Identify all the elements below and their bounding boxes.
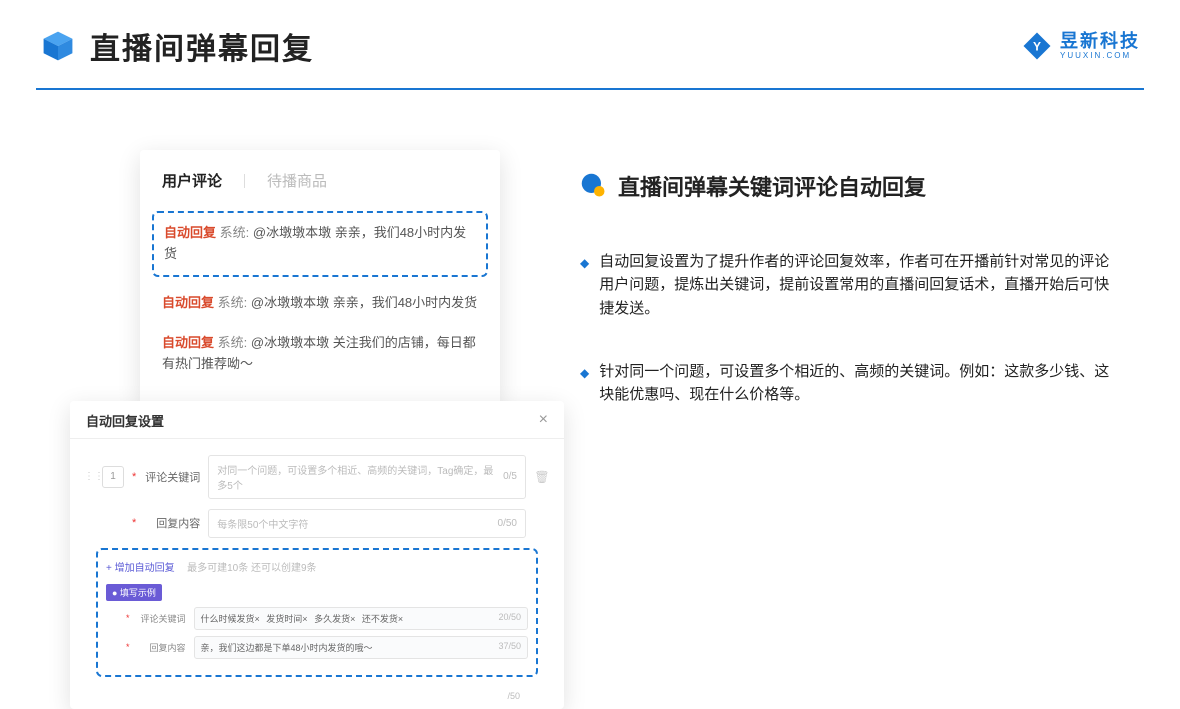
comment-tabs: 用户评论 待播商品: [140, 170, 500, 205]
auto-reply-settings-card: 自动回复设置 × ⋮⋮ 1 * 评论关键词 对同一个问题，可设置多个相近、高频的…: [70, 401, 564, 709]
cube-icon: [40, 28, 76, 64]
keyword-tag: 还不发货×: [362, 612, 403, 625]
example-keyword-row: * 评论关键词 什么时候发货× 发货时间× 多久发货× 还不发货× 20/50: [106, 607, 528, 630]
keyword-tag: 什么时候发货×: [201, 612, 260, 625]
comment-card: 用户评论 待播商品 自动回复 系统: @冰墩墩本墩 亲亲，我们48小时内发货 自…: [140, 150, 500, 405]
auto-reply-tag: 自动回复: [162, 335, 214, 350]
delete-icon[interactable]: 🗑: [534, 470, 550, 484]
brand: Y 昱新科技 YUUXIN.COM: [1022, 31, 1140, 61]
diamond-bullet-icon: ◆: [580, 364, 589, 383]
system-label: 系统:: [218, 335, 248, 350]
required-mark: *: [132, 471, 136, 483]
required-mark: *: [126, 613, 130, 623]
title-wrap: 直播间弹幕回复: [40, 24, 314, 68]
example-keyword-label: 评论关键词: [138, 612, 186, 625]
required-mark: *: [126, 642, 130, 652]
keyword-tag: 发货时间×: [266, 612, 307, 625]
svg-text:Y: Y: [1033, 40, 1041, 54]
bottom-count: /50: [84, 691, 550, 701]
system-label: 系统:: [218, 295, 248, 310]
example-content-label: 回复内容: [138, 641, 186, 654]
section-header: 直播间弹幕关键词评论自动回复: [580, 170, 1140, 202]
content-placeholder: 每条限50个中文字符: [217, 516, 308, 531]
right-column: 直播间弹幕关键词评论自动回复 ◆ 自动回复设置为了提升作者的评论回复效率，作者可…: [580, 170, 1140, 446]
comment-text: @冰墩墩本墩 亲亲，我们48小时内发货: [251, 295, 477, 310]
bullet-item: ◆ 自动回复设置为了提升作者的评论回复效率，作者可在开播前针对常见的评论用户问题…: [580, 250, 1140, 320]
diamond-bullet-icon: ◆: [580, 254, 589, 273]
close-icon[interactable]: ×: [539, 411, 548, 429]
example-content-input: 亲，我们这边都是下单48小时内发货的哦～ 37/50: [194, 636, 528, 659]
rule-number: 1: [102, 466, 124, 488]
content-count: 0/50: [498, 518, 517, 529]
keyword-form-row: ⋮⋮ 1 * 评论关键词 对同一个问题，可设置多个相近、高频的关键词，Tag确定…: [84, 455, 550, 499]
keyword-input[interactable]: 对同一个问题，可设置多个相近、高频的关键词，Tag确定，最多5个 0/5: [208, 455, 526, 499]
example-badge: ● 填写示例: [106, 584, 162, 601]
comment-row: 自动回复 系统: @冰墩墩本墩 亲亲，我们48小时内发货: [140, 283, 500, 324]
brand-name-cn: 昱新科技: [1060, 32, 1140, 50]
system-label: 系统:: [220, 225, 250, 240]
example-keyword-tags: 什么时候发货× 发货时间× 多久发货× 还不发货×: [201, 612, 408, 625]
settings-body: ⋮⋮ 1 * 评论关键词 对同一个问题，可设置多个相近、高频的关键词，Tag确定…: [70, 439, 564, 709]
keyword-tag: 多久发货×: [314, 612, 355, 625]
example-content-row: * 回复内容 亲，我们这边都是下单48小时内发货的哦～ 37/50: [106, 636, 528, 659]
content-label: 回复内容: [144, 515, 200, 531]
page-title: 直播间弹幕回复: [90, 24, 314, 68]
tab-user-comments[interactable]: 用户评论: [162, 170, 222, 191]
example-keyword-count: 20/50: [498, 612, 521, 625]
bullet-text: 自动回复设置为了提升作者的评论回复效率，作者可在开播前针对常见的评论用户问题，提…: [599, 250, 1120, 320]
bullet-text: 针对同一个问题，可设置多个相近的、高频的关键词。例如：这款多少钱、这块能优惠吗、…: [599, 360, 1120, 407]
content-input[interactable]: 每条限50个中文字符 0/50: [208, 509, 526, 538]
add-auto-reply-link[interactable]: + 增加自动回复: [106, 563, 175, 574]
add-note: 最多可建10条 还可以创建9条: [187, 563, 316, 574]
left-panel: 用户评论 待播商品 自动回复 系统: @冰墩墩本墩 亲亲，我们48小时内发货 自…: [70, 150, 564, 709]
keyword-label: 评论关键词: [144, 469, 200, 485]
example-block: + 增加自动回复 最多可建10条 还可以创建9条 ● 填写示例 * 评论关键词 …: [96, 548, 538, 677]
comment-row-highlighted: 自动回复 系统: @冰墩墩本墩 亲亲，我们48小时内发货: [152, 211, 488, 277]
chat-bubble-icon: [580, 172, 608, 200]
tab-separator: [244, 174, 245, 188]
header-rule: [36, 88, 1144, 90]
auto-reply-tag: 自动回复: [162, 295, 214, 310]
keyword-count: 0/5: [503, 471, 517, 482]
content-form-row: * 回复内容 每条限50个中文字符 0/50: [84, 509, 550, 538]
brand-logo-icon: Y: [1022, 31, 1052, 61]
required-mark: *: [132, 517, 136, 529]
example-content-text: 亲，我们这边都是下单48小时内发货的哦～: [201, 641, 373, 654]
keyword-placeholder: 对同一个问题，可设置多个相近、高频的关键词，Tag确定，最多5个: [217, 462, 503, 492]
settings-header: 自动回复设置 ×: [70, 401, 564, 439]
auto-reply-tag: 自动回复: [164, 225, 216, 240]
drag-handle-icon[interactable]: ⋮⋮: [84, 471, 94, 482]
example-content-count: 37/50: [498, 641, 521, 654]
bullet-item: ◆ 针对同一个问题，可设置多个相近的、高频的关键词。例如：这款多少钱、这块能优惠…: [580, 360, 1140, 407]
brand-name-en: YUUXIN.COM: [1060, 52, 1140, 60]
tab-pending-goods[interactable]: 待播商品: [267, 170, 327, 191]
settings-title: 自动回复设置: [86, 411, 164, 430]
comment-row: 自动回复 系统: @冰墩墩本墩 关注我们的店铺，每日都有热门推荐呦～: [140, 323, 500, 385]
example-keyword-input: 什么时候发货× 发货时间× 多久发货× 还不发货× 20/50: [194, 607, 528, 630]
page-header: 直播间弹幕回复 Y 昱新科技 YUUXIN.COM: [40, 24, 1140, 68]
section-title: 直播间弹幕关键词评论自动回复: [618, 170, 926, 202]
